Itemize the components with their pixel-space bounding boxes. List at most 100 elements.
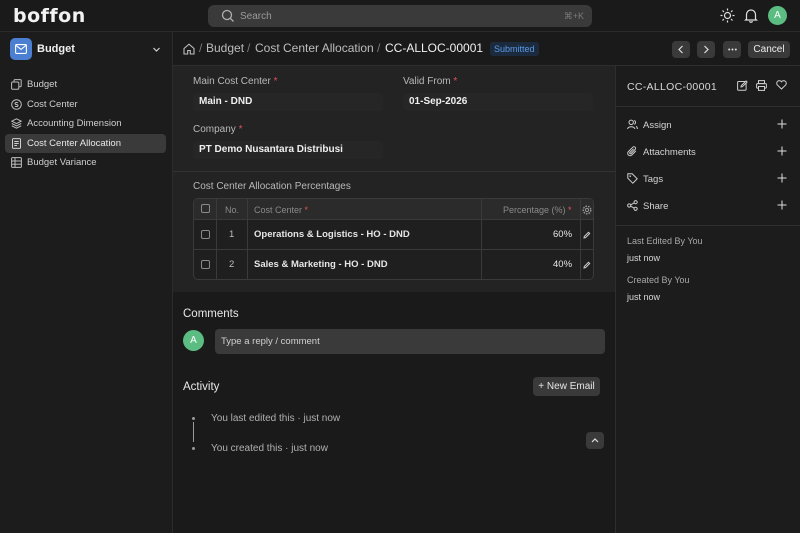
column-header-no: No.: [225, 205, 240, 215]
assign-action[interactable]: Assign: [616, 117, 800, 133]
last-edited-value: just now: [627, 253, 661, 263]
chevron-up-icon: [591, 438, 599, 443]
settings-gear-icon[interactable]: [582, 205, 592, 215]
table-row[interactable]: 2 Sales & Marketing - HO - DND 40%: [194, 250, 593, 279]
workspace-label: Budget: [37, 43, 75, 55]
edit-icon[interactable]: [737, 80, 748, 91]
row-percentage[interactable]: 40%: [553, 259, 572, 270]
company-field[interactable]: PT Demo Nusantara Distribusi: [193, 141, 383, 159]
panel-divider: [616, 106, 800, 107]
row-number: 2: [229, 259, 235, 270]
tags-action[interactable]: Tags: [616, 171, 800, 187]
row-cost-center[interactable]: Sales & Marketing - HO - DND: [254, 259, 388, 270]
tag-icon: [627, 173, 638, 184]
share-action[interactable]: Share: [616, 198, 800, 214]
doc-icon: [12, 137, 21, 149]
sidebar-nav: Budget Cost Center Accounting Dimension …: [5, 75, 166, 173]
search-bar[interactable]: Search ⌘+K: [208, 5, 592, 27]
sidebar-item-cost-center[interactable]: Cost Center: [5, 95, 166, 114]
attachments-label: Attachments: [643, 147, 696, 158]
activity-entry: You last edited this · just now: [211, 413, 341, 424]
sidebar-item-accounting-dimension[interactable]: Accounting Dimension: [5, 114, 166, 133]
plus-icon[interactable]: [777, 146, 787, 156]
workspace-switcher[interactable]: Budget: [10, 38, 165, 60]
paperclip-icon: [627, 146, 637, 157]
column-divider: [481, 199, 482, 279]
created-value: just now: [627, 292, 661, 302]
new-email-button[interactable]: + New Email: [533, 377, 600, 396]
column-header-percentage: Percentage (%) *: [503, 205, 572, 215]
allocation-table-title: Cost Center Allocation Percentages: [193, 181, 351, 192]
sidebar-item-label: Budget Variance: [27, 157, 97, 168]
previous-button[interactable]: [672, 41, 690, 58]
status-badge: Submitted: [490, 42, 539, 56]
coin-icon: [11, 98, 22, 110]
sidebar-item-budget-variance[interactable]: Budget Variance: [5, 153, 166, 172]
chevron-down-icon: [153, 47, 160, 52]
row-checkbox[interactable]: [201, 230, 210, 239]
more-menu-button[interactable]: [723, 41, 741, 58]
stack-icon: [11, 118, 22, 129]
column-divider: [580, 199, 581, 279]
breadcrumb-budget-link[interactable]: Budget: [206, 41, 244, 55]
sidebar-item-cost-center-allocation[interactable]: Cost Center Allocation: [5, 133, 166, 153]
tags-label: Tags: [643, 174, 664, 185]
comment-avatar: A: [183, 330, 204, 351]
row-percentage[interactable]: 60%: [553, 229, 572, 240]
next-button[interactable]: [697, 41, 715, 58]
plus-icon[interactable]: [777, 200, 787, 210]
sidebar-item-budget[interactable]: Budget: [5, 75, 166, 94]
table-header: No. Cost Center * Percentage (%) *: [194, 199, 593, 220]
heart-icon[interactable]: [776, 80, 787, 90]
column-header-cost-center: Cost Center *: [254, 205, 309, 215]
breadcrumb-separator: /: [377, 41, 381, 55]
sidebar-item-label: Cost Center Allocation: [27, 137, 121, 149]
right-panel: CC-ALLOC-00001 Assign Attachments Tags S…: [615, 66, 800, 533]
app-logo[interactable]: boffon: [13, 5, 86, 27]
column-divider: [216, 199, 217, 279]
theme-toggle-icon[interactable]: [720, 8, 735, 23]
attachments-action[interactable]: Attachments: [616, 144, 800, 160]
assign-label: Assign: [643, 120, 672, 131]
section-divider: [173, 171, 615, 172]
envelope-icon: [10, 38, 32, 60]
sidebar: Budget Budget Cost Center Accounting Dim…: [0, 32, 173, 533]
edit-row-icon[interactable]: [583, 261, 591, 269]
main-content: Main Cost Center * Main - DND Valid From…: [173, 66, 615, 533]
breadcrumb-cost-center-allocation-link[interactable]: Cost Center Allocation: [255, 41, 374, 55]
comments-title: Comments: [183, 308, 239, 320]
main-cost-center-label: Main Cost Center *: [193, 76, 278, 87]
panel-doc-name: CC-ALLOC-00001: [627, 81, 717, 93]
cancel-button[interactable]: Cancel: [748, 41, 790, 58]
plus-icon[interactable]: [777, 173, 787, 183]
main-cost-center-field[interactable]: Main - DND: [193, 93, 383, 111]
valid-from-field[interactable]: 01-Sep-2026: [403, 93, 593, 111]
notification-bell-icon[interactable]: [744, 8, 758, 23]
row-checkbox[interactable]: [201, 260, 210, 269]
column-divider: [247, 199, 248, 279]
share-label: Share: [643, 201, 669, 212]
print-icon[interactable]: [756, 80, 767, 91]
panel-divider: [616, 225, 800, 226]
plus-icon[interactable]: [777, 119, 787, 129]
edit-row-icon[interactable]: [583, 231, 591, 239]
row-cost-center[interactable]: Operations & Logistics - HO - DND: [254, 229, 410, 240]
table-row[interactable]: 1 Operations & Logistics - HO - DND 60%: [194, 220, 593, 250]
activity-entry: You created this · just now: [211, 443, 328, 454]
breadcrumb: / Budget / Cost Center Allocation / CC-A…: [173, 32, 800, 66]
home-icon[interactable]: [183, 43, 195, 55]
breadcrumb-separator: /: [247, 41, 251, 55]
select-all-checkbox[interactable]: [201, 204, 210, 213]
timeline-dot: [192, 447, 195, 450]
document-title: CC-ALLOC-00001: [385, 41, 484, 55]
comment-input[interactable]: Type a reply / comment: [215, 329, 605, 354]
ellipsis-icon: [728, 48, 737, 51]
allocation-table: No. Cost Center * Percentage (%) * 1 Ope…: [193, 198, 594, 280]
sidebar-item-label: Budget: [27, 79, 58, 90]
valid-from-label: Valid From *: [403, 76, 458, 87]
user-avatar[interactable]: A: [768, 6, 787, 25]
created-label: Created By You: [627, 275, 690, 285]
scroll-to-top-button[interactable]: [586, 432, 604, 449]
table-icon: [11, 157, 22, 168]
search-placeholder: Search: [240, 11, 272, 22]
